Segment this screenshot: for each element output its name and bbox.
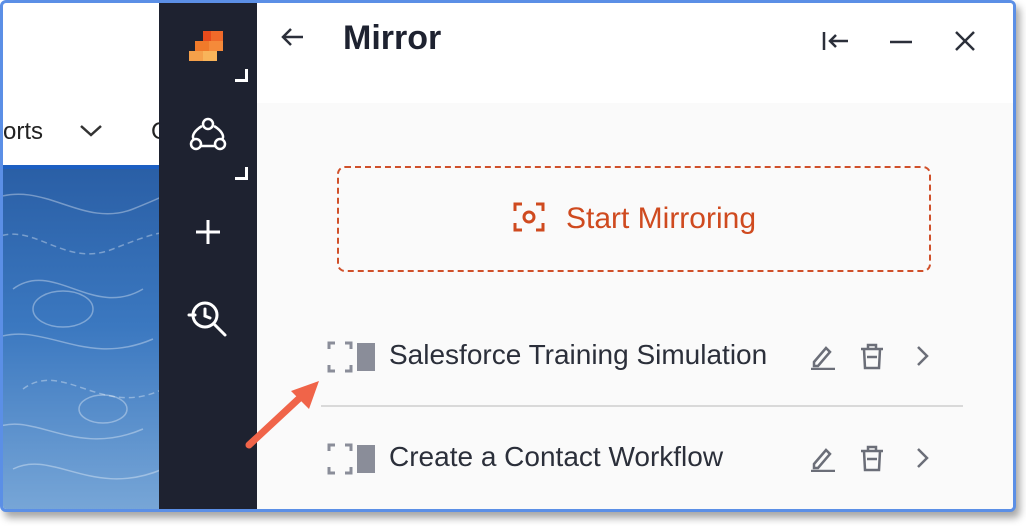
add-button[interactable]	[159, 199, 257, 269]
list-item-label: Salesforce Training Simulation	[389, 339, 768, 370]
mirror-session-icon	[327, 443, 377, 480]
minimize-icon[interactable]	[885, 25, 917, 57]
edit-icon[interactable]	[807, 341, 837, 371]
background-nav-item[interactable]: orts	[3, 118, 43, 146]
callout-arrow-icon	[239, 375, 325, 460]
chevron-right-icon[interactable]	[907, 443, 937, 473]
network-icon	[188, 116, 228, 157]
panel-title: Mirror	[343, 19, 442, 57]
search-history-button[interactable]	[159, 285, 257, 355]
collapse-left-icon[interactable]	[819, 25, 851, 57]
trash-icon[interactable]	[857, 341, 887, 371]
app-window: orts C	[0, 0, 1016, 512]
start-mirroring-button[interactable]: Start Mirroring	[337, 166, 931, 272]
list-item[interactable]: Create a Contact Workflow	[321, 419, 965, 499]
mirror-session-icon	[327, 341, 377, 378]
mirror-panel: Mirror Start Mirroring Salesforce Traini…	[257, 3, 1013, 509]
list-item-label: Create a Contact Workflow	[389, 441, 724, 472]
trash-icon[interactable]	[857, 443, 887, 473]
chevron-down-icon[interactable]	[77, 120, 105, 145]
record-target-icon	[512, 201, 546, 238]
chevron-right-icon[interactable]	[907, 341, 937, 371]
back-arrow-icon[interactable]	[279, 23, 307, 58]
close-icon[interactable]	[949, 25, 981, 57]
list-divider	[321, 405, 963, 407]
logo-icon	[187, 29, 229, 68]
edit-icon[interactable]	[807, 443, 837, 473]
logo-button[interactable]	[159, 13, 257, 83]
network-button[interactable]	[159, 101, 257, 180]
panel-header: Mirror	[257, 3, 1013, 103]
background-hero-image	[3, 165, 163, 509]
search-refresh-icon	[185, 297, 231, 344]
start-mirroring-label: Start Mirroring	[565, 202, 757, 235]
plus-icon	[193, 217, 223, 252]
background-nav: orts C	[3, 98, 168, 168]
list-item[interactable]: Salesforce Training Simulation	[321, 317, 965, 397]
